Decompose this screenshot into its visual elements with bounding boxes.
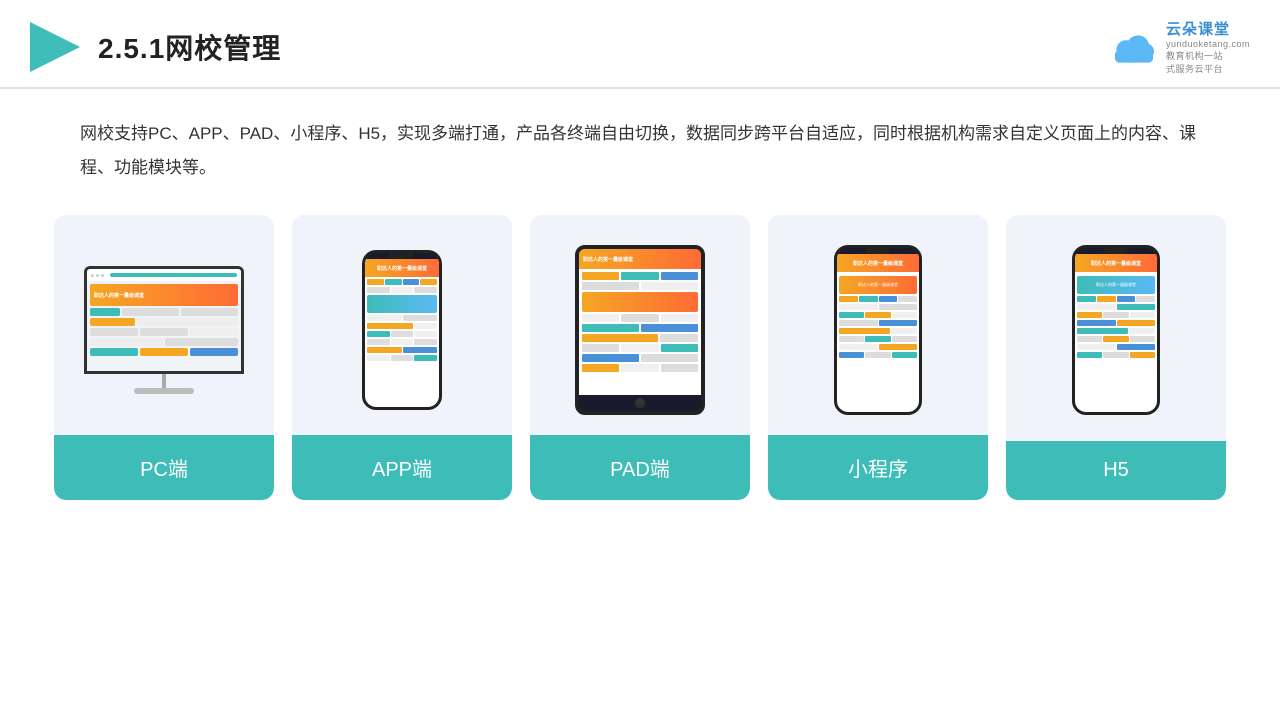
- pc-image-area: 职达人的第一量级课堂: [54, 215, 274, 435]
- logo-sub2: 式服务云平台: [1166, 62, 1223, 75]
- logo-main-text: 云朵课堂: [1166, 18, 1230, 39]
- logo-sub1: 教育机构一站: [1166, 49, 1223, 62]
- monitor-mockup: 职达人的第一量级课堂: [84, 266, 244, 394]
- card-h5: 职达人的第一量级课堂 职达人的第一量级课堂: [1006, 215, 1226, 500]
- logo-url: yunduoketang.com: [1166, 39, 1250, 49]
- description-text: 网校支持PC、APP、PAD、小程序、H5，实现多端打通，产品各终端自由切换，数…: [80, 117, 1200, 185]
- phone-mockup-mp: 职达人的第一量级课堂 职达人的第一量级课堂: [834, 245, 922, 415]
- card-pc: 职达人的第一量级课堂: [54, 215, 274, 500]
- h5-image-area: 职达人的第一量级课堂 职达人的第一量级课堂: [1006, 215, 1226, 435]
- header-left: 2.5.1网校管理: [30, 22, 281, 72]
- app-label: APP端: [292, 435, 512, 500]
- miniprogram-label: 小程序: [768, 435, 988, 500]
- miniprogram-image-area: 职达人的第一量级课堂 职达人的第一量级课堂: [768, 215, 988, 435]
- cards-container: 职达人的第一量级课堂: [40, 215, 1240, 500]
- phone-mockup-app: 职达人的第一量级课堂: [362, 250, 442, 410]
- pad-label: PAD端: [530, 435, 750, 500]
- monitor-screen: 职达人的第一量级课堂: [84, 266, 244, 374]
- logo-text: 云朵课堂 yunduoketang.com 教育机构一站 式服务云平台: [1166, 18, 1250, 75]
- pc-label: PC端: [54, 435, 274, 500]
- phone-frame-app: 职达人的第一量级课堂: [362, 250, 442, 410]
- play-icon: [30, 22, 80, 72]
- phone-frame-mp: 职达人的第一量级课堂 职达人的第一量级课堂: [834, 245, 922, 415]
- logo-area: 云朵课堂 yunduoketang.com 教育机构一站 式服务云平台: [1110, 18, 1250, 75]
- pad-image-area: 职达人的第一量级课堂: [530, 215, 750, 435]
- phone-frame-h5: 职达人的第一量级课堂 职达人的第一量级课堂: [1072, 245, 1160, 415]
- page-header: 2.5.1网校管理 云朵课堂 yunduoketang.com 教育机构一站 式…: [0, 0, 1280, 89]
- app-image-area: 职达人的第一量级课堂: [292, 215, 512, 435]
- card-miniprogram: 职达人的第一量级课堂 职达人的第一量级课堂: [768, 215, 988, 500]
- tablet-mockup: 职达人的第一量级课堂: [575, 245, 705, 415]
- card-pad: 职达人的第一量级课堂: [530, 215, 750, 500]
- card-app: 职达人的第一量级课堂: [292, 215, 512, 500]
- tablet-frame: 职达人的第一量级课堂: [575, 245, 705, 415]
- cloud-logo-icon: [1110, 29, 1158, 65]
- phone-mockup-h5: 职达人的第一量级课堂 职达人的第一量级课堂: [1072, 245, 1160, 415]
- h5-label: H5: [1006, 441, 1226, 500]
- page-title: 2.5.1网校管理: [98, 27, 281, 67]
